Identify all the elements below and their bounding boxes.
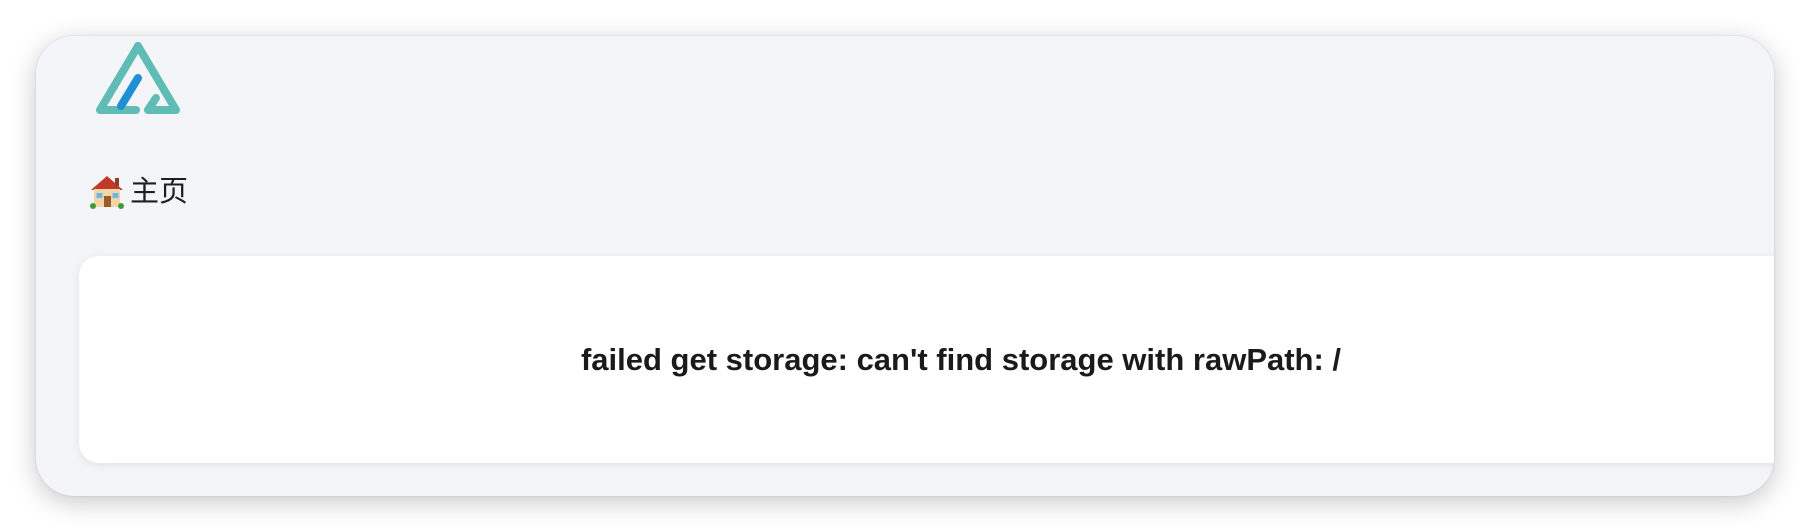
- content-panel: failed get storage: can't find storage w…: [79, 256, 1774, 463]
- breadcrumb-home[interactable]: 主页: [88, 170, 188, 212]
- error-message: failed get storage: can't find storage w…: [580, 341, 1342, 377]
- app-window: 主页 failed get storage: can't find storag…: [36, 36, 1774, 496]
- alist-logo-icon[interactable]: [94, 40, 182, 116]
- breadcrumb-home-label[interactable]: 主页: [130, 170, 188, 212]
- house-icon: [88, 172, 126, 210]
